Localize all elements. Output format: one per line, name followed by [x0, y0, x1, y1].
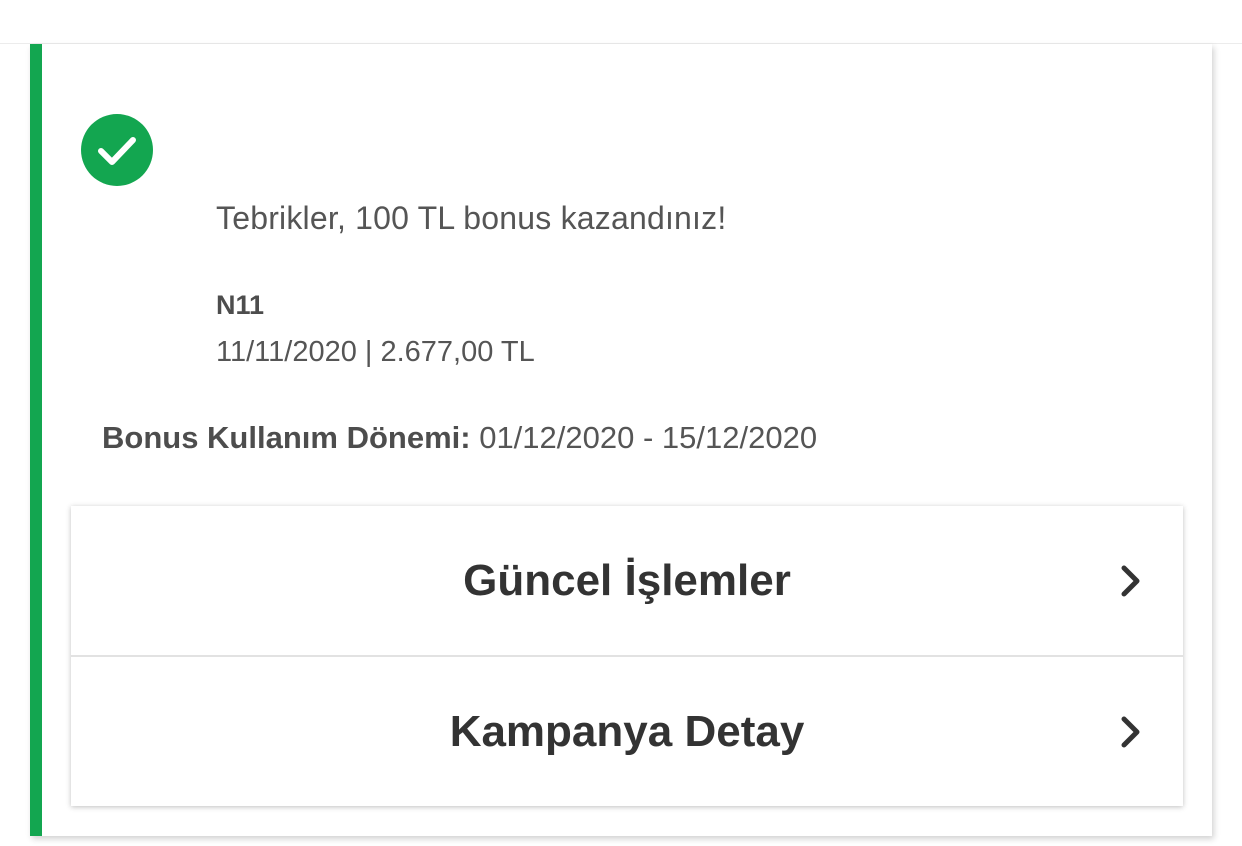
current-transactions-button[interactable]: Güncel İşlemler [71, 506, 1183, 655]
merchant-name: N11 [216, 290, 265, 320]
check-circle-icon [81, 114, 153, 186]
bonus-period-label: Bonus Kullanım Dönemi: [102, 420, 471, 455]
bonus-period: Bonus Kullanım Dönemi: 01/12/2020 - 15/1… [102, 420, 817, 456]
bonus-period-value: 01/12/2020 - 15/12/2020 [479, 420, 818, 455]
bonus-card: Tebrikler, 100 TL bonus kazandınız! N11 … [30, 44, 1212, 836]
chevron-right-icon [1121, 565, 1140, 596]
page: Tebrikler, 100 TL bonus kazandınız! N11 … [0, 0, 1242, 846]
success-message: Tebrikler, 100 TL bonus kazandınız! [216, 200, 727, 236]
campaign-detail-label: Kampanya Detay [449, 706, 805, 756]
accent-bar [30, 44, 42, 836]
current-transactions-label: Güncel İşlemler [463, 555, 791, 605]
action-list: Güncel İşlemler Kampanya Detay [71, 506, 1183, 806]
campaign-detail-button[interactable]: Kampanya Detay [71, 655, 1183, 806]
chevron-right-icon [1121, 716, 1140, 747]
transaction-details: 11/11/2020 | 2.677,00 TL [216, 336, 535, 368]
